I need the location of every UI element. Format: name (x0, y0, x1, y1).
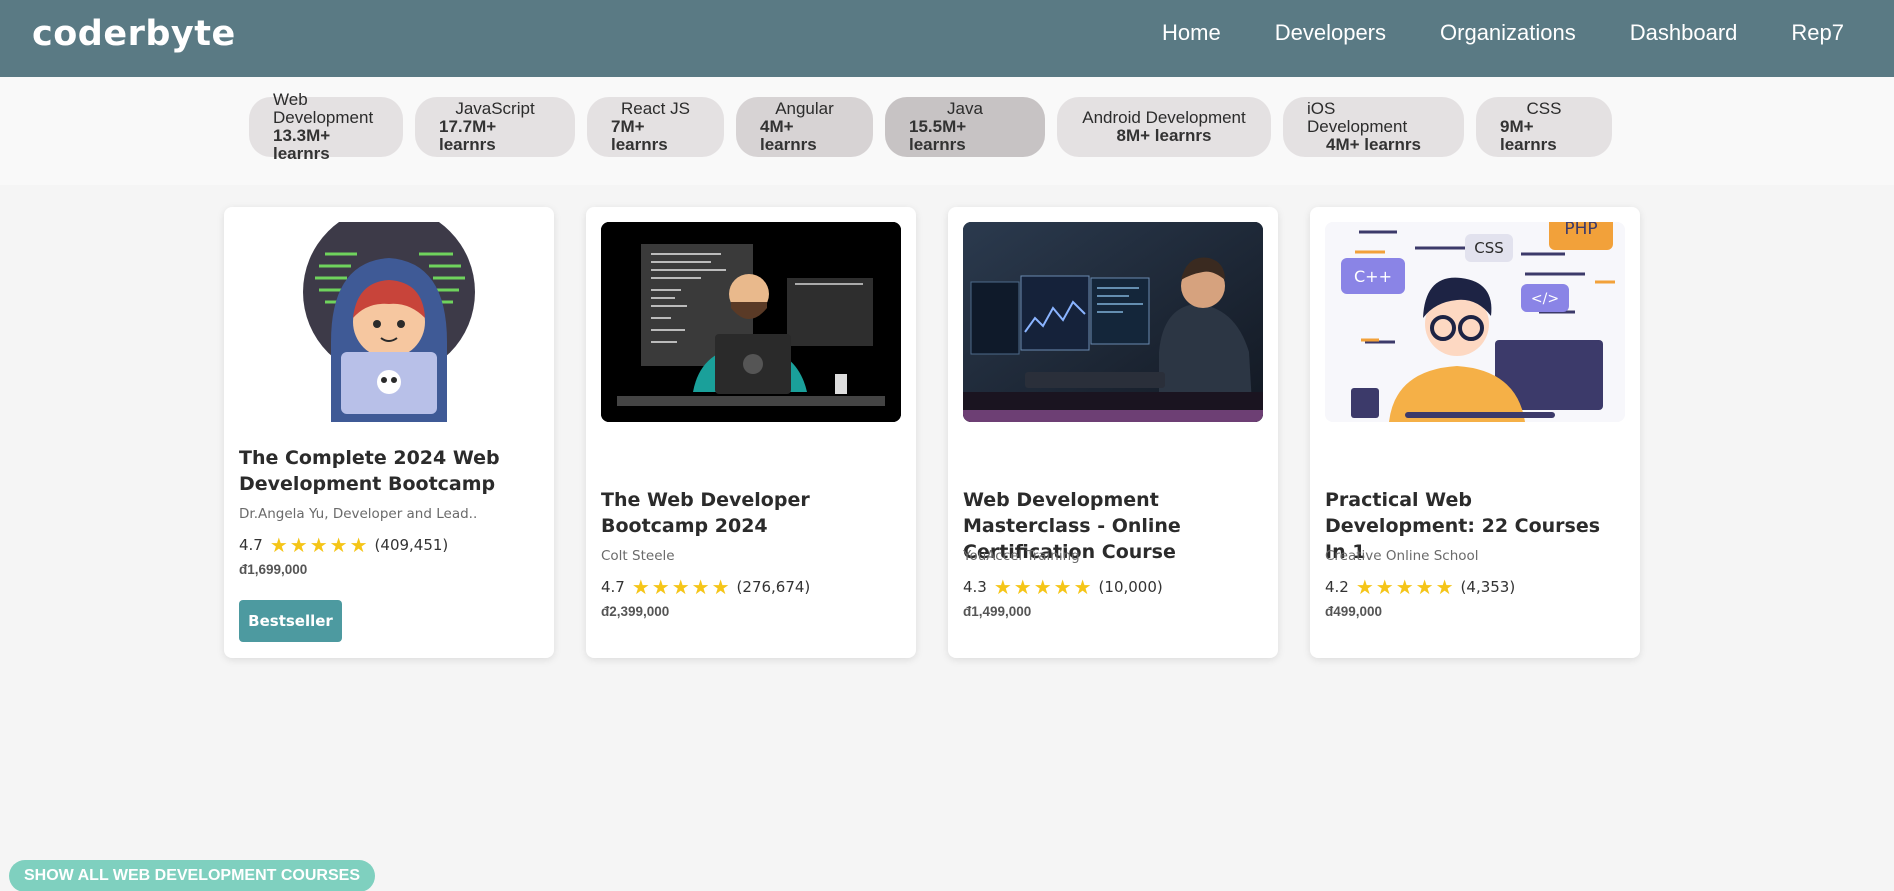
course-title[interactable]: The Web Developer Bootcamp 2024 (601, 487, 901, 539)
course-price: đ1,699,000 (239, 562, 308, 577)
rating-stars: ★ ★ ★ ★ ★ (270, 535, 370, 555)
course-card[interactable]: C++ CSS PHP </> Practical Web Developmen… (1310, 207, 1640, 658)
category-name: Angular (775, 99, 834, 118)
course-author: Dr.Angela Yu, Developer and Lead.. (239, 506, 478, 522)
category-learners: 4M+ learnrs (760, 117, 817, 154)
category-name: Android Development (1082, 108, 1246, 127)
category-learners: 15.5M+ learnrs (909, 117, 967, 154)
star-icon: ★ (1355, 575, 1374, 599)
show-all-courses-button[interactable]: SHOW ALL WEB DEVELOPMENT COURSES (9, 860, 375, 891)
rating-value: 4.7 (601, 578, 625, 596)
logo[interactable]: coderbyte (32, 14, 236, 54)
star-icon: ★ (1033, 575, 1052, 599)
star-icon: ★ (691, 575, 710, 599)
category-javascript[interactable]: JavaScript 17.7M+ learnrs (415, 97, 575, 157)
course-title[interactable]: The Complete 2024 Web Development Bootca… (239, 445, 539, 497)
course-thumbnail[interactable] (239, 222, 539, 422)
star-icon: ★ (671, 575, 690, 599)
star-icon: ★ (1073, 575, 1092, 599)
category-name: Java (947, 99, 983, 118)
nav-dashboard[interactable]: Dashboard (1630, 20, 1738, 46)
category-ios-development[interactable]: iOS Development 4M+ learnrs (1283, 97, 1464, 157)
code-tag-icon: </> (1531, 291, 1559, 307)
course-author: YouAccel Training (963, 548, 1080, 564)
star-icon: ★ (651, 575, 670, 599)
course-rating: 4.3 ★ ★ ★ ★ ★ (10,000) (963, 577, 1163, 597)
rating-count: (10,000) (1098, 578, 1163, 596)
php-icon: PHP (1564, 222, 1597, 239)
bestseller-badge: Bestseller (239, 600, 342, 642)
star-icon: ★ (289, 533, 308, 557)
course-card[interactable]: The Web Developer Bootcamp 2024 Colt Ste… (586, 207, 916, 658)
course-card[interactable]: The Complete 2024 Web Development Bootca… (224, 207, 554, 658)
rating-stars: ★ ★ ★ ★ ★ (632, 577, 732, 597)
css-icon: CSS (1474, 239, 1504, 257)
category-name: Web Development (273, 90, 374, 127)
category-angular[interactable]: Angular 4M+ learnrs (736, 97, 873, 157)
star-icon: ★ (1013, 575, 1032, 599)
category-learners: 7M+ learnrs (611, 117, 668, 154)
nav-organizations[interactable]: Organizations (1440, 20, 1576, 46)
star-icon: ★ (349, 533, 368, 557)
rating-count: (409,451) (374, 536, 449, 554)
cpp-icon: C++ (1354, 267, 1392, 286)
category-learners: 8M+ learnrs (1116, 126, 1212, 145)
star-icon: ★ (631, 575, 650, 599)
category-css[interactable]: CSS 9M+ learnrs (1476, 97, 1612, 157)
category-strip: Web Development 13.3M+ learnrs JavaScrip… (0, 77, 1894, 185)
rating-stars: ★ ★ ★ ★ ★ (1356, 577, 1456, 597)
course-thumbnail[interactable] (601, 222, 901, 422)
star-icon: ★ (269, 533, 288, 557)
rating-value: 4.3 (963, 578, 987, 596)
rating-value: 4.2 (1325, 578, 1349, 596)
course-price: đ1,499,000 (963, 604, 1032, 619)
category-learners: 13.3M+ learnrs (273, 126, 331, 163)
course-card[interactable]: Web Development Masterclass - Online Cer… (948, 207, 1278, 658)
course-author: Creative Online School (1325, 548, 1479, 564)
course-rating: 4.2 ★ ★ ★ ★ ★ (4,353) (1325, 577, 1515, 597)
course-thumbnail[interactable]: C++ CSS PHP </> (1325, 222, 1625, 422)
star-icon: ★ (1395, 575, 1414, 599)
main-nav: Home Developers Organizations Dashboard … (1108, 20, 1844, 46)
category-react-js[interactable]: React JS 7M+ learnrs (587, 97, 724, 157)
nav-developers[interactable]: Developers (1275, 20, 1386, 46)
course-rating: 4.7 ★ ★ ★ ★ ★ (409,451) (239, 535, 448, 555)
nav-rep7[interactable]: Rep7 (1791, 20, 1844, 46)
course-cards: The Complete 2024 Web Development Bootca… (224, 207, 1640, 658)
category-name: iOS Development (1307, 99, 1408, 136)
course-thumbnail[interactable] (963, 222, 1263, 422)
category-name: React JS (621, 99, 690, 118)
category-android-development[interactable]: Android Development 8M+ learnrs (1057, 97, 1271, 157)
star-icon: ★ (329, 533, 348, 557)
category-learners: 17.7M+ learnrs (439, 117, 497, 154)
category-name: JavaScript (455, 99, 535, 118)
star-icon: ★ (711, 575, 730, 599)
nav-home[interactable]: Home (1162, 20, 1221, 46)
category-name: CSS (1526, 99, 1562, 118)
star-icon: ★ (993, 575, 1012, 599)
star-icon: ★ (1375, 575, 1394, 599)
top-navbar: coderbyte Home Developers Organizations … (0, 0, 1894, 77)
star-icon: ★ (309, 533, 328, 557)
course-price: đ2,399,000 (601, 604, 670, 619)
course-author: Colt Steele (601, 548, 675, 564)
category-learners: 4M+ learnrs (1326, 135, 1421, 154)
rating-count: (4,353) (1460, 578, 1516, 596)
rating-stars: ★ ★ ★ ★ ★ (994, 577, 1094, 597)
star-icon: ★ (1053, 575, 1072, 599)
rating-count: (276,674) (736, 578, 811, 596)
course-price: đ499,000 (1325, 604, 1383, 619)
category-java[interactable]: Java 15.5M+ learnrs (885, 97, 1045, 157)
star-icon: ★ (1435, 575, 1454, 599)
star-icon: ★ (1415, 575, 1434, 599)
rating-value: 4.7 (239, 536, 263, 554)
category-learners: 9M+ learnrs (1500, 117, 1557, 154)
course-rating: 4.7 ★ ★ ★ ★ ★ (276,674) (601, 577, 810, 597)
category-web-development[interactable]: Web Development 13.3M+ learnrs (249, 91, 403, 163)
